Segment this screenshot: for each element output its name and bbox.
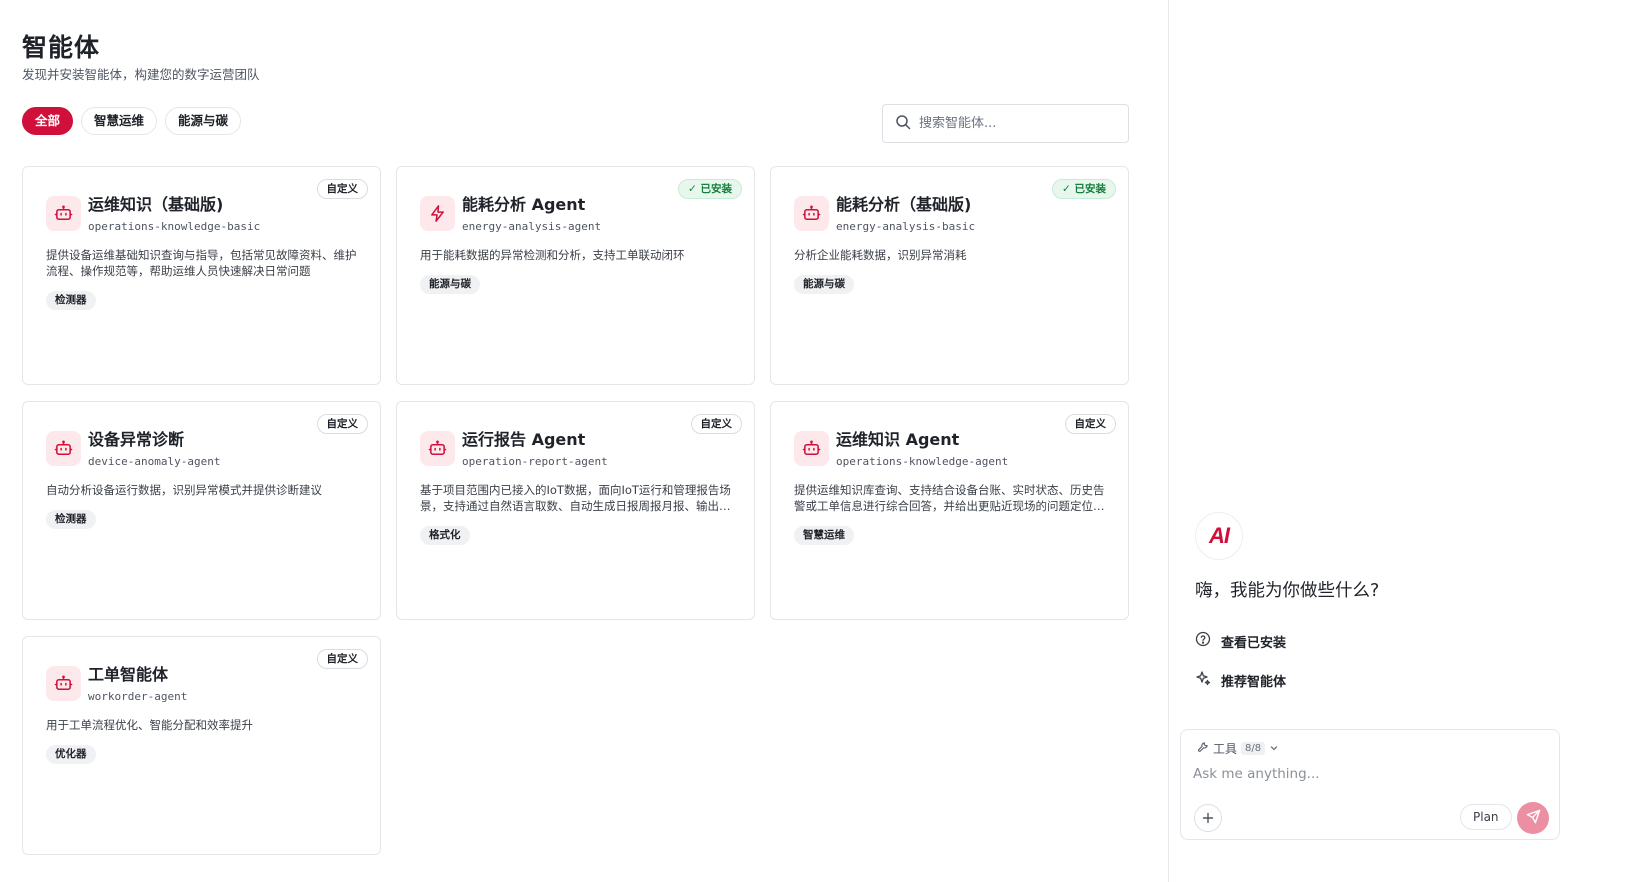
ai-logo: AI <box>1195 512 1243 560</box>
plan-button[interactable]: Plan <box>1460 804 1512 830</box>
search-input[interactable] <box>919 116 1119 131</box>
quick-action-label: 推荐智能体 <box>1221 674 1287 690</box>
agents-page: 智能体 发现并安装智能体，构建您的数字运营团队 全部 智慧运维 能源与碳 自定义… <box>0 0 1168 882</box>
assistant-greeting: 嗨，我能为你做些什么? <box>1195 581 1380 601</box>
robot-icon <box>794 431 829 466</box>
search-icon <box>895 114 911 134</box>
agent-slug: energy-analysis-agent <box>462 220 602 233</box>
page-title: 智能体 <box>22 33 101 62</box>
agent-card[interactable]: ✓ 已安装 能耗分析（基础版) energy-analysis-basic 分析… <box>770 166 1129 385</box>
agent-name: 能耗分析（基础版) <box>836 195 972 214</box>
send-icon <box>1526 809 1541 828</box>
agent-card[interactable]: 自定义 工单智能体 workorder-agent 用于工单流程优化、智能分配和… <box>22 636 381 855</box>
agent-description: 用于能耗数据的异常检测和分析，支持工单联动闭环 <box>420 248 685 262</box>
recommend-agents-action[interactable]: 推荐智能体 <box>1195 669 1286 691</box>
add-attachment-button[interactable] <box>1194 804 1222 832</box>
chat-composer: 工具 8/8 Plan <box>1180 729 1560 840</box>
view-installed-action[interactable]: 查看已安装 <box>1195 630 1286 652</box>
agent-grid: 自定义 运维知识（基础版) operations-knowledge-basic… <box>22 166 1130 855</box>
agent-card[interactable]: 自定义 设备异常诊断 device-anomaly-agent 自动分析设备运行… <box>22 401 381 620</box>
agent-card[interactable]: 自定义 运行报告 Agent operation-report-agent 基于… <box>396 401 755 620</box>
agent-slug: operations-knowledge-agent <box>836 455 1009 468</box>
agent-name: 设备异常诊断 <box>88 430 185 449</box>
agent-slug: energy-analysis-basic <box>836 220 976 233</box>
plus-icon <box>1202 809 1214 828</box>
robot-icon <box>46 196 81 231</box>
agent-card[interactable]: 自定义 运维知识 Agent operations-knowledge-agen… <box>770 401 1129 620</box>
filter-chips: 全部 智慧运维 能源与碳 <box>22 107 242 135</box>
agent-description: 提供运维知识库查询、支持结合设备台账、实时状态、历史告警或工单信息进行综合回答，… <box>794 483 1105 513</box>
robot-icon <box>46 431 81 466</box>
robot-icon <box>420 431 455 466</box>
agent-tag: 优化器 <box>46 745 96 764</box>
agent-description: 基于项目范围内已接入的IoT数据，面向IoT运行和管理报告场景，支持通过自然语言… <box>420 483 731 513</box>
check-icon: ✓ <box>1062 183 1075 195</box>
tools-label: 工具 <box>1213 742 1238 756</box>
agent-tag: 检测器 <box>46 291 96 310</box>
agent-slug: device-anomaly-agent <box>88 455 221 468</box>
question-circle-icon <box>1195 631 1211 651</box>
lightning-icon <box>420 196 455 231</box>
custom-badge: 自定义 <box>690 414 742 434</box>
filter-all[interactable]: 全部 <box>22 107 74 135</box>
agent-name: 运维知识（基础版) <box>88 195 224 214</box>
agent-name: 运维知识 Agent <box>836 430 960 449</box>
agent-tag: 能源与碳 <box>794 275 854 294</box>
filter-energy-carbon[interactable]: 能源与碳 <box>165 107 242 135</box>
agent-description: 自动分析设备运行数据，识别异常模式并提供诊断建议 <box>46 483 322 497</box>
installed-badge: ✓ 已安装 <box>678 179 742 199</box>
custom-badge: 自定义 <box>316 414 368 434</box>
send-button[interactable] <box>1517 802 1549 834</box>
wrench-icon <box>1197 741 1209 756</box>
tools-count: 8/8 <box>1241 742 1266 755</box>
agent-card[interactable]: ✓ 已安装 能耗分析 Agent energy-analysis-agent 用… <box>396 166 755 385</box>
agent-tag: 能源与碳 <box>420 275 480 294</box>
sparkle-icon <box>1195 670 1211 690</box>
agent-description: 分析企业能耗数据，识别异常消耗 <box>794 248 967 262</box>
agent-tag: 格式化 <box>420 526 470 545</box>
filter-smart-ops[interactable]: 智慧运维 <box>81 107 158 135</box>
robot-icon <box>46 666 81 701</box>
agent-description: 提供设备运维基础知识查询与指导，包括常见故障资料、维护流程、操作规范等，帮助运维… <box>46 248 357 278</box>
agent-name: 工单智能体 <box>88 665 169 684</box>
chevron-down-icon <box>1269 742 1279 756</box>
custom-badge: 自定义 <box>1064 414 1116 434</box>
installed-badge: ✓ 已安装 <box>1052 179 1116 199</box>
page-subtitle: 发现并安装智能体，构建您的数字运营团队 <box>22 67 260 82</box>
agent-name: 运行报告 Agent <box>462 430 586 449</box>
agent-slug: operation-report-agent <box>462 455 608 468</box>
assistant-panel: AI 嗨，我能为你做些什么? 查看已安装 推荐智能体 工具 8/8 Plan <box>1169 0 1628 882</box>
agent-name: 能耗分析 Agent <box>462 195 586 214</box>
chat-input[interactable] <box>1193 766 1543 792</box>
custom-badge: 自定义 <box>316 649 368 669</box>
agent-description: 用于工单流程优化、智能分配和效率提升 <box>46 718 253 732</box>
agent-tag: 检测器 <box>46 510 96 529</box>
agent-tag: 智慧运维 <box>794 526 854 545</box>
search-box[interactable] <box>882 104 1129 143</box>
agent-slug: operations-knowledge-basic <box>88 220 261 233</box>
quick-action-label: 查看已安装 <box>1221 635 1287 651</box>
tools-toggle[interactable]: 工具 8/8 <box>1197 740 1279 757</box>
agent-card[interactable]: 自定义 运维知识（基础版) operations-knowledge-basic… <box>22 166 381 385</box>
custom-badge: 自定义 <box>316 179 368 199</box>
robot-icon <box>794 196 829 231</box>
check-icon: ✓ <box>688 183 701 195</box>
agent-slug: workorder-agent <box>88 690 188 703</box>
